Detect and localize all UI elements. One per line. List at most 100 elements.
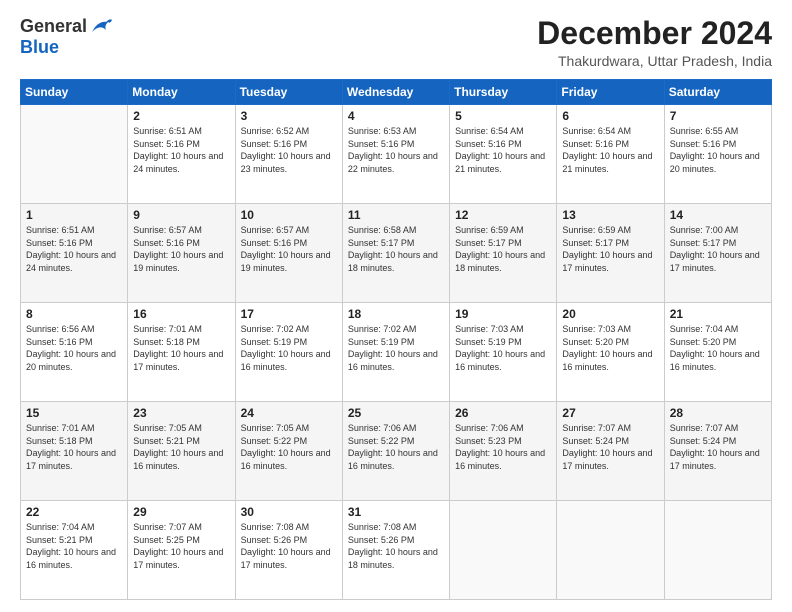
calendar-week-1: 2 Sunrise: 6:51 AMSunset: 5:16 PMDayligh… — [21, 105, 772, 204]
bird-icon — [90, 18, 112, 36]
cell-content: Sunrise: 6:51 AMSunset: 5:16 PMDaylight:… — [133, 125, 229, 175]
table-row: 7 Sunrise: 6:55 AMSunset: 5:16 PMDayligh… — [664, 105, 771, 204]
day-number: 21 — [670, 307, 766, 321]
day-number: 24 — [241, 406, 337, 420]
cell-content: Sunrise: 6:57 AMSunset: 5:16 PMDaylight:… — [133, 224, 229, 274]
location-subtitle: Thakurdwara, Uttar Pradesh, India — [537, 53, 772, 69]
col-sunday: Sunday — [21, 80, 128, 105]
empty-cell — [21, 105, 128, 204]
day-number: 5 — [455, 109, 551, 123]
day-number: 7 — [670, 109, 766, 123]
table-row: 3 Sunrise: 6:52 AMSunset: 5:16 PMDayligh… — [235, 105, 342, 204]
table-row: 14 Sunrise: 7:00 AMSunset: 5:17 PMDaylig… — [664, 204, 771, 303]
cell-content: Sunrise: 6:58 AMSunset: 5:17 PMDaylight:… — [348, 224, 444, 274]
table-row: 25 Sunrise: 7:06 AMSunset: 5:22 PMDaylig… — [342, 402, 449, 501]
calendar-week-4: 15 Sunrise: 7:01 AMSunset: 5:18 PMDaylig… — [21, 402, 772, 501]
empty-cell — [664, 501, 771, 600]
cell-content: Sunrise: 7:07 AMSunset: 5:24 PMDaylight:… — [562, 422, 658, 472]
table-row: 28 Sunrise: 7:07 AMSunset: 5:24 PMDaylig… — [664, 402, 771, 501]
day-number: 8 — [26, 307, 122, 321]
header: General Blue December 2024 Thakurdwara, … — [20, 16, 772, 69]
table-row: 18 Sunrise: 7:02 AMSunset: 5:19 PMDaylig… — [342, 303, 449, 402]
table-row: 8 Sunrise: 6:56 AMSunset: 5:16 PMDayligh… — [21, 303, 128, 402]
calendar-week-3: 8 Sunrise: 6:56 AMSunset: 5:16 PMDayligh… — [21, 303, 772, 402]
day-number: 23 — [133, 406, 229, 420]
day-number: 17 — [241, 307, 337, 321]
title-block: December 2024 Thakurdwara, Uttar Pradesh… — [537, 16, 772, 69]
cell-content: Sunrise: 7:01 AMSunset: 5:18 PMDaylight:… — [133, 323, 229, 373]
day-number: 22 — [26, 505, 122, 519]
cell-content: Sunrise: 7:08 AMSunset: 5:26 PMDaylight:… — [241, 521, 337, 571]
cell-content: Sunrise: 7:07 AMSunset: 5:24 PMDaylight:… — [670, 422, 766, 472]
cell-content: Sunrise: 7:02 AMSunset: 5:19 PMDaylight:… — [348, 323, 444, 373]
cell-content: Sunrise: 6:59 AMSunset: 5:17 PMDaylight:… — [455, 224, 551, 274]
table-row: 13 Sunrise: 6:59 AMSunset: 5:17 PMDaylig… — [557, 204, 664, 303]
table-row: 11 Sunrise: 6:58 AMSunset: 5:17 PMDaylig… — [342, 204, 449, 303]
table-row: 19 Sunrise: 7:03 AMSunset: 5:19 PMDaylig… — [450, 303, 557, 402]
cell-content: Sunrise: 7:06 AMSunset: 5:23 PMDaylight:… — [455, 422, 551, 472]
day-number: 18 — [348, 307, 444, 321]
empty-cell — [557, 501, 664, 600]
cell-content: Sunrise: 7:00 AMSunset: 5:17 PMDaylight:… — [670, 224, 766, 274]
cell-content: Sunrise: 7:03 AMSunset: 5:20 PMDaylight:… — [562, 323, 658, 373]
day-number: 3 — [241, 109, 337, 123]
day-number: 28 — [670, 406, 766, 420]
month-title: December 2024 — [537, 16, 772, 51]
cell-content: Sunrise: 7:01 AMSunset: 5:18 PMDaylight:… — [26, 422, 122, 472]
day-number: 6 — [562, 109, 658, 123]
day-number: 9 — [133, 208, 229, 222]
table-row: 31 Sunrise: 7:08 AMSunset: 5:26 PMDaylig… — [342, 501, 449, 600]
col-saturday: Saturday — [664, 80, 771, 105]
empty-cell — [450, 501, 557, 600]
day-number: 20 — [562, 307, 658, 321]
cell-content: Sunrise: 6:54 AMSunset: 5:16 PMDaylight:… — [562, 125, 658, 175]
cell-content: Sunrise: 7:08 AMSunset: 5:26 PMDaylight:… — [348, 521, 444, 571]
cell-content: Sunrise: 7:07 AMSunset: 5:25 PMDaylight:… — [133, 521, 229, 571]
cell-content: Sunrise: 7:04 AMSunset: 5:20 PMDaylight:… — [670, 323, 766, 373]
day-number: 11 — [348, 208, 444, 222]
table-row: 15 Sunrise: 7:01 AMSunset: 5:18 PMDaylig… — [21, 402, 128, 501]
day-number: 13 — [562, 208, 658, 222]
cell-content: Sunrise: 6:59 AMSunset: 5:17 PMDaylight:… — [562, 224, 658, 274]
cell-content: Sunrise: 7:05 AMSunset: 5:22 PMDaylight:… — [241, 422, 337, 472]
table-row: 22 Sunrise: 7:04 AMSunset: 5:21 PMDaylig… — [21, 501, 128, 600]
cell-content: Sunrise: 7:05 AMSunset: 5:21 PMDaylight:… — [133, 422, 229, 472]
day-number: 10 — [241, 208, 337, 222]
cell-content: Sunrise: 6:52 AMSunset: 5:16 PMDaylight:… — [241, 125, 337, 175]
table-row: 5 Sunrise: 6:54 AMSunset: 5:16 PMDayligh… — [450, 105, 557, 204]
table-row: 20 Sunrise: 7:03 AMSunset: 5:20 PMDaylig… — [557, 303, 664, 402]
calendar-header-row: Sunday Monday Tuesday Wednesday Thursday… — [21, 80, 772, 105]
day-number: 29 — [133, 505, 229, 519]
col-friday: Friday — [557, 80, 664, 105]
day-number: 15 — [26, 406, 122, 420]
col-tuesday: Tuesday — [235, 80, 342, 105]
col-thursday: Thursday — [450, 80, 557, 105]
day-number: 19 — [455, 307, 551, 321]
table-row: 2 Sunrise: 6:51 AMSunset: 5:16 PMDayligh… — [128, 105, 235, 204]
day-number: 14 — [670, 208, 766, 222]
table-row: 16 Sunrise: 7:01 AMSunset: 5:18 PMDaylig… — [128, 303, 235, 402]
table-row: 17 Sunrise: 7:02 AMSunset: 5:19 PMDaylig… — [235, 303, 342, 402]
cell-content: Sunrise: 7:03 AMSunset: 5:19 PMDaylight:… — [455, 323, 551, 373]
cell-content: Sunrise: 6:57 AMSunset: 5:16 PMDaylight:… — [241, 224, 337, 274]
table-row: 26 Sunrise: 7:06 AMSunset: 5:23 PMDaylig… — [450, 402, 557, 501]
day-number: 1 — [26, 208, 122, 222]
day-number: 30 — [241, 505, 337, 519]
calendar-week-5: 22 Sunrise: 7:04 AMSunset: 5:21 PMDaylig… — [21, 501, 772, 600]
day-number: 2 — [133, 109, 229, 123]
table-row: 6 Sunrise: 6:54 AMSunset: 5:16 PMDayligh… — [557, 105, 664, 204]
table-row: 30 Sunrise: 7:08 AMSunset: 5:26 PMDaylig… — [235, 501, 342, 600]
calendar-week-2: 1 Sunrise: 6:51 AMSunset: 5:16 PMDayligh… — [21, 204, 772, 303]
table-row: 1 Sunrise: 6:51 AMSunset: 5:16 PMDayligh… — [21, 204, 128, 303]
page: General Blue December 2024 Thakurdwara, … — [0, 0, 792, 612]
table-row: 21 Sunrise: 7:04 AMSunset: 5:20 PMDaylig… — [664, 303, 771, 402]
logo-blue: Blue — [20, 37, 59, 58]
cell-content: Sunrise: 6:53 AMSunset: 5:16 PMDaylight:… — [348, 125, 444, 175]
calendar-table: Sunday Monday Tuesday Wednesday Thursday… — [20, 79, 772, 600]
table-row: 4 Sunrise: 6:53 AMSunset: 5:16 PMDayligh… — [342, 105, 449, 204]
cell-content: Sunrise: 7:02 AMSunset: 5:19 PMDaylight:… — [241, 323, 337, 373]
day-number: 16 — [133, 307, 229, 321]
table-row: 10 Sunrise: 6:57 AMSunset: 5:16 PMDaylig… — [235, 204, 342, 303]
day-number: 31 — [348, 505, 444, 519]
table-row: 27 Sunrise: 7:07 AMSunset: 5:24 PMDaylig… — [557, 402, 664, 501]
